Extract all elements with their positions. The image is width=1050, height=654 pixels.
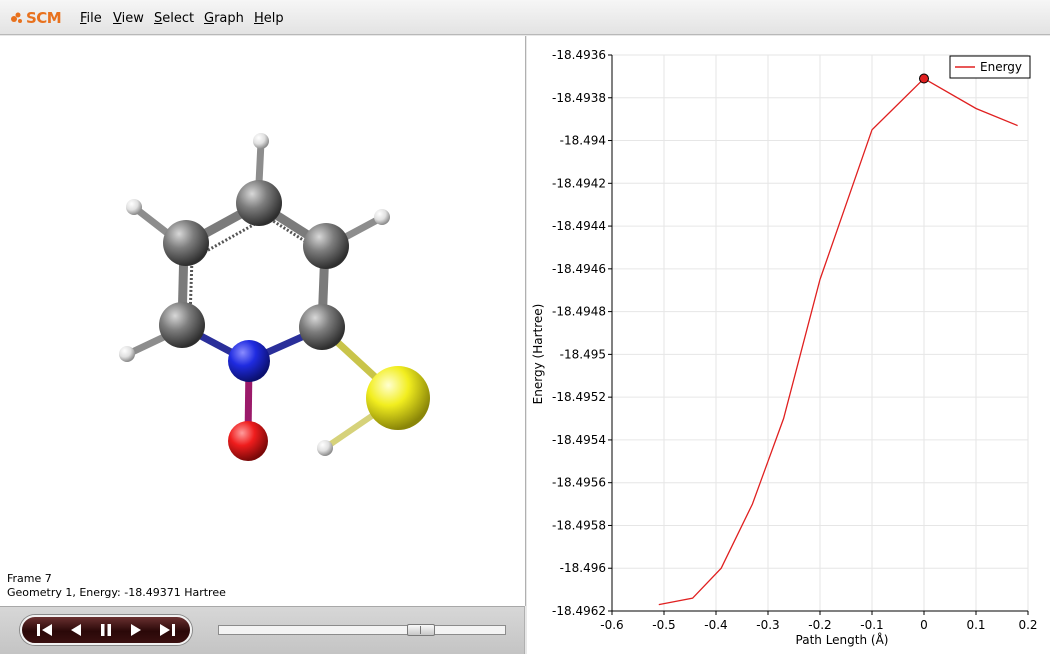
x-tick-label: -0.3 (756, 618, 779, 632)
y-tick-label: -18.495 (560, 347, 606, 361)
atom-hydrogen[interactable] (317, 440, 333, 456)
atom-hydrogen[interactable] (126, 199, 142, 215)
x-tick-label: -0.5 (652, 618, 675, 632)
y-tick-label: -18.496 (560, 561, 606, 575)
molecule-canvas[interactable] (0, 36, 525, 606)
pause-button[interactable] (95, 620, 117, 640)
menu-help-rest: elp (263, 11, 284, 26)
atom-carbon[interactable] (303, 223, 349, 269)
atoms (119, 133, 430, 461)
atom-oxygen[interactable] (228, 421, 268, 461)
scm-logo: SCM (10, 9, 62, 27)
pause-icon (100, 624, 111, 636)
y-tick-label: -18.4946 (552, 262, 606, 276)
frame-slider-thumb[interactable] (407, 624, 436, 636)
geometry-energy-label: Geometry 1, Energy: -18.49371 Hartree (7, 586, 226, 599)
atom-nitrogen[interactable] (228, 340, 270, 382)
atom-hydrogen[interactable] (374, 209, 390, 225)
y-tick-label: -18.4952 (552, 390, 606, 404)
menu-select-rest: elect (162, 11, 195, 26)
legend-label: Energy (980, 60, 1022, 74)
current-frame-marker (919, 73, 929, 84)
atom-sulfur[interactable] (366, 366, 430, 430)
step-back-button[interactable] (65, 620, 87, 640)
energy-graph-panel[interactable]: -18.4936 -18.4938 -18.494 -18.4942 -18.4944 -… (527, 36, 1050, 654)
legend: Energy (949, 55, 1031, 79)
molecule-viewer[interactable]: Frame 7 Geometry 1, Energy: -18.49371 Ha… (0, 36, 526, 606)
step-back-icon (70, 624, 81, 636)
menu-help-mnemonic: H (254, 11, 264, 26)
animation-player (0, 606, 525, 654)
atom-hydrogen[interactable] (253, 133, 269, 149)
atom-carbon[interactable] (159, 302, 205, 348)
menu-view[interactable]: View (113, 11, 144, 26)
y-tick-label: -18.4954 (552, 433, 606, 447)
menu-help[interactable]: Help (254, 11, 284, 26)
x-tick-label: 0 (920, 618, 928, 632)
energy-chart[interactable]: -18.4936 -18.4938 -18.494 -18.4942 -18.4944 -… (527, 36, 1050, 654)
scm-logo-icon (11, 12, 22, 23)
atom-carbon[interactable] (163, 220, 209, 266)
skip-to-start-icon (37, 624, 53, 636)
chart-grid (611, 54, 1029, 612)
y-tick-label: -18.4958 (552, 518, 606, 532)
x-axis-label: Path Length (Å) (796, 632, 889, 647)
atom-carbon[interactable] (299, 304, 345, 350)
x-tick-label: 0.1 (966, 618, 985, 632)
skip-to-start-button[interactable] (34, 620, 56, 640)
menu-file-rest: ile (86, 11, 102, 26)
logo-text: SCM (26, 9, 62, 27)
menu-graph-rest: raph (214, 11, 244, 26)
frame-slider[interactable] (218, 624, 506, 636)
x-axis-ticks: -0.6 -0.5 -0.4 -0.3 -0.2 -0.1 0 0.1 0.2 (600, 611, 1038, 632)
y-tick-label: -18.4962 (552, 604, 606, 618)
x-tick-label: -0.2 (808, 618, 831, 632)
x-tick-label: 0.2 (1018, 618, 1037, 632)
x-tick-label: -0.4 (704, 618, 727, 632)
atom-carbon[interactable] (236, 180, 282, 226)
menu-view-rest: iew (121, 11, 144, 26)
skip-to-end-button[interactable] (156, 620, 178, 640)
menubar: SCM File View Select Graph Help (0, 0, 1050, 35)
menu-file[interactable]: File (80, 11, 102, 26)
step-forward-icon (131, 624, 142, 636)
step-forward-button[interactable] (125, 620, 147, 640)
playback-controls (20, 615, 192, 645)
menu-graph-mnemonic: G (204, 11, 215, 26)
y-tick-label: -18.4942 (552, 176, 606, 190)
frame-label: Frame 7 (7, 572, 52, 585)
x-tick-label: -0.6 (600, 618, 623, 632)
y-tick-label: -18.4948 (552, 305, 606, 319)
y-tick-label: -18.4936 (552, 48, 606, 62)
atom-hydrogen[interactable] (119, 346, 135, 362)
y-tick-label: -18.4938 (552, 91, 606, 105)
skip-to-end-icon (159, 624, 175, 636)
y-axis-ticks: -18.4936 -18.4938 -18.494 -18.4942 -18.4944 -… (552, 48, 612, 618)
menu-graph[interactable]: Graph (204, 11, 244, 26)
menu-view-mnemonic: V (113, 11, 122, 26)
y-tick-label: -18.4956 (552, 476, 606, 490)
menu-select[interactable]: Select (154, 11, 194, 26)
y-tick-label: -18.4944 (552, 219, 606, 233)
y-tick-label: -18.494 (560, 134, 606, 148)
x-tick-label: -0.1 (860, 618, 883, 632)
y-axis-label: Energy (Hartree) (531, 304, 545, 405)
